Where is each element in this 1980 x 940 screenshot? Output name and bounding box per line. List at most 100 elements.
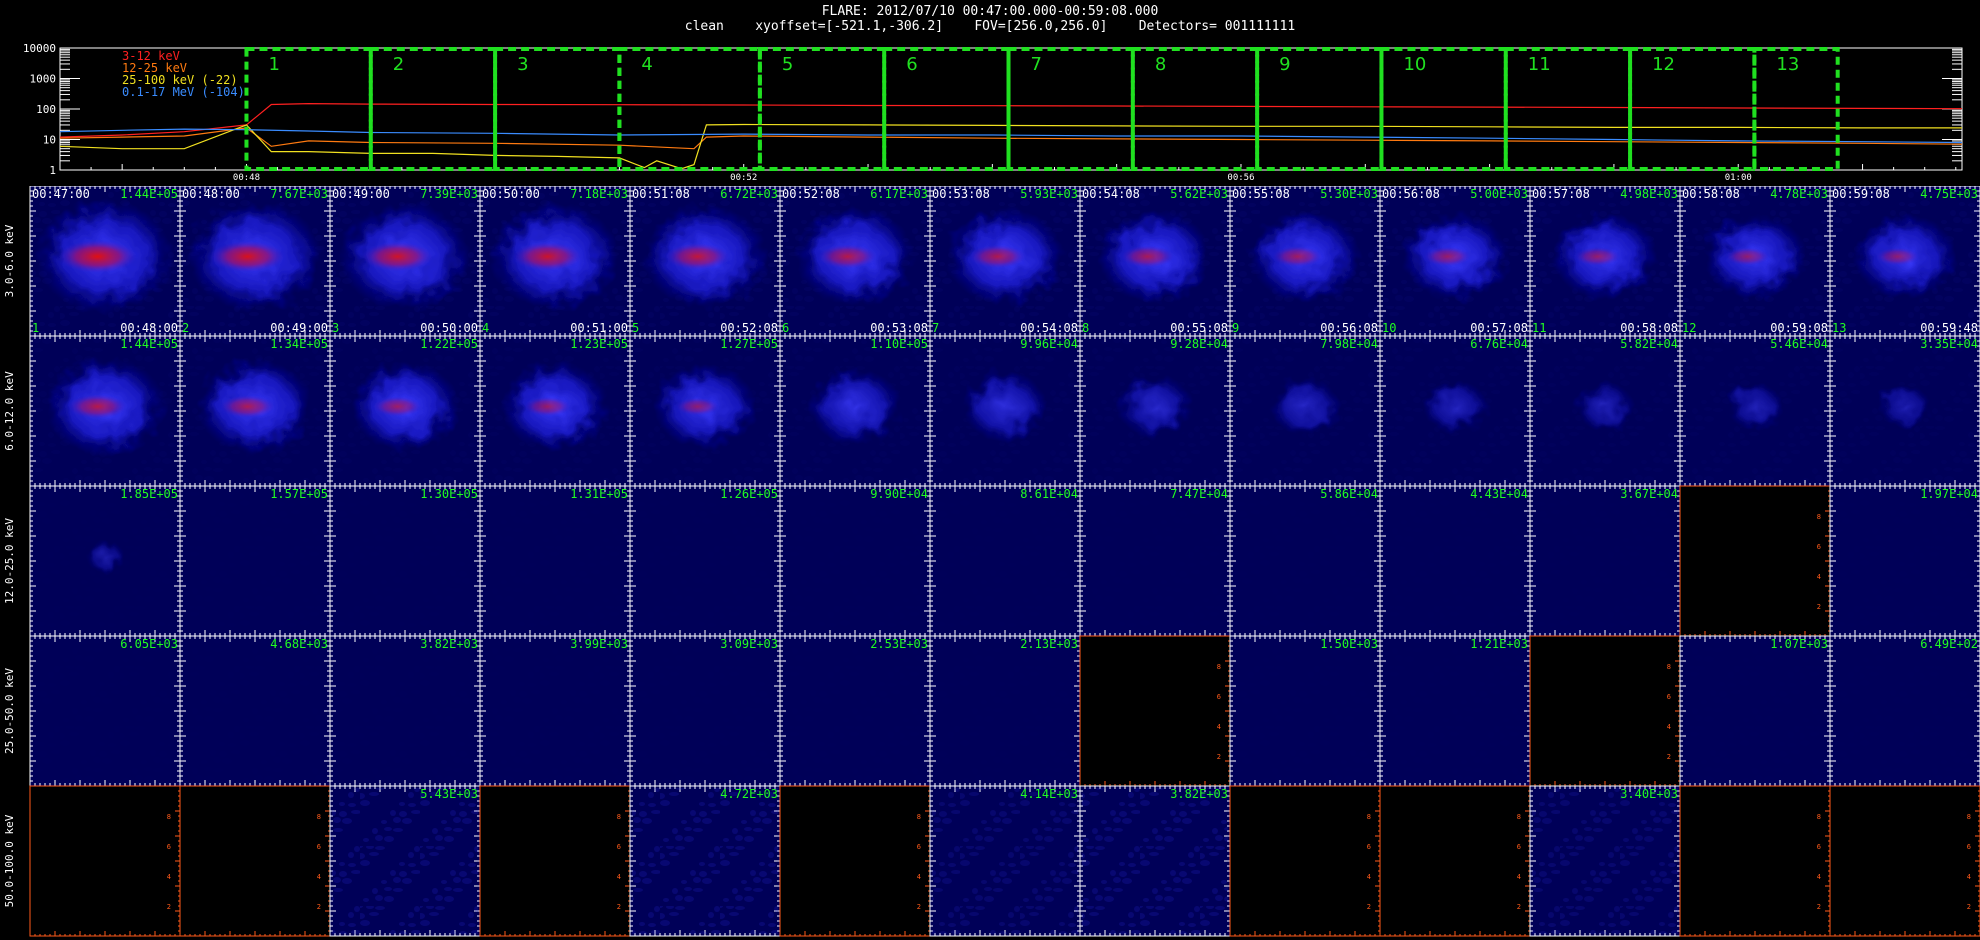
- image-max-value: 3.35E+04: [1920, 337, 1978, 351]
- series-line: [59, 123, 1962, 170]
- image-cell: 9.28E+04: [1079, 335, 1231, 487]
- image-max-value: 7.18E+03: [570, 187, 628, 201]
- image-max-value: 6.17E+03: [870, 187, 928, 201]
- image-start-time: 00:48:00: [182, 187, 240, 201]
- image-index: 4: [482, 321, 489, 335]
- source-emission: [1117, 375, 1193, 438]
- image-cell: 1.85E+05: [29, 485, 181, 637]
- series-line: [59, 127, 1963, 150]
- image-cell: 1.26E+05: [629, 485, 781, 637]
- flare-title: FLARE: 2012/07/10 00:47:00.000-00:59:08.…: [821, 4, 1159, 19]
- image-max-value: 7.47E+04: [1170, 487, 1228, 501]
- image-end-time: 00:57:08: [1470, 321, 1528, 335]
- image-max-value: 1.85E+05: [120, 487, 178, 501]
- image-max-value: 5.62E+03: [1170, 187, 1228, 201]
- image-index: 13: [1832, 321, 1846, 335]
- lightcurve-frame: [59, 47, 1963, 171]
- interval-box: [1503, 47, 1633, 171]
- image-start-time: 00:53:08: [932, 187, 990, 201]
- interval-box: [757, 47, 887, 171]
- interval-label: 1: [268, 54, 279, 75]
- energy-band-label: 6.0-12.0 keV: [3, 371, 16, 451]
- image-end-time: 00:55:08: [1170, 321, 1228, 335]
- image-cell: 3.35E+04: [1829, 335, 1980, 487]
- image-noise: [1382, 488, 1528, 634]
- interval-label: 9: [1279, 54, 1290, 75]
- y-tick-label: 10000: [23, 42, 56, 55]
- image-cell: 4.43E+04: [1379, 485, 1531, 637]
- image-index: 10: [1382, 321, 1396, 335]
- image-cell: 5.00E+03 00:56:08 00:57:08 10: [1379, 186, 1531, 337]
- image-cell: 5.86E+04: [1229, 485, 1381, 637]
- interval-box: [493, 47, 622, 171]
- image-start-time: 00:54:08: [1082, 187, 1140, 201]
- image-end-time: 00:49:00: [270, 321, 328, 335]
- image-cell: 8.61E+04: [929, 485, 1081, 637]
- image-end-time: 00:52:08: [720, 321, 778, 335]
- image-cell: 5.30E+03 00:55:08 00:56:08 9: [1229, 186, 1381, 337]
- source-core: [362, 241, 433, 272]
- image-cell: 6.17E+03 00:52:08 00:53:08 6: [779, 186, 931, 337]
- image-end-time: 00:56:08: [1320, 321, 1378, 335]
- interval-label: 6: [906, 54, 917, 75]
- x-tick-label: 01:00: [1725, 173, 1752, 183]
- image-max-value: 7.98E+04: [1320, 337, 1378, 351]
- image-max-value: 9.96E+04: [1020, 337, 1078, 351]
- image-start-time: 00:51:08: [632, 187, 690, 201]
- image-index: 7: [932, 321, 939, 335]
- image-cell: 9.90E+04: [779, 485, 931, 637]
- source-emission: [962, 371, 1048, 442]
- source-core: [68, 394, 127, 419]
- image-max-value: 1.34E+05: [270, 337, 328, 351]
- interval-label: 7: [1031, 54, 1042, 75]
- interval-box: [368, 47, 498, 171]
- interval-label: 8: [1155, 54, 1166, 75]
- image-cell: 6.76E+04: [1379, 335, 1531, 487]
- image-start-time: 00:59:08: [1832, 187, 1890, 201]
- image-max-value: 4.75E+03: [1920, 187, 1978, 201]
- image-start-time: 00:47:00: [32, 187, 90, 201]
- image-max-value: 1.26E+05: [720, 487, 778, 501]
- image-cell: 1.10E+05: [779, 335, 931, 487]
- series-line: [59, 128, 1963, 144]
- image-noise: [632, 488, 778, 634]
- image-index: 1: [32, 321, 39, 335]
- source-core: [969, 244, 1026, 269]
- image-cell: 5.93E+03 00:53:08 00:54:08 7: [929, 186, 1081, 337]
- interval-box: [1255, 47, 1384, 171]
- image-cell: 3.67E+04: [1529, 485, 1681, 637]
- interval-label: 13: [1776, 54, 1799, 75]
- image-start-time: 00:57:08: [1532, 187, 1590, 201]
- image-max-value: 8.61E+04: [1020, 487, 1078, 501]
- image-cell: 6.72E+03 00:51:08 00:52:08 5: [629, 186, 781, 337]
- image-index: 11: [1532, 321, 1546, 335]
- interval-label: 2: [393, 54, 404, 75]
- image-index: 2: [182, 321, 189, 335]
- image-max-value: 5.00E+03: [1470, 187, 1528, 201]
- source-emission: [1269, 377, 1341, 436]
- image-cell: 1.57E+05: [179, 485, 331, 637]
- image-cell: 1.34E+05: [179, 335, 331, 487]
- x-tick-label: 00:48: [233, 173, 260, 183]
- image-end-time: 00:50:00: [420, 321, 478, 335]
- image-index: 9: [1232, 321, 1239, 335]
- interval-label: 11: [1528, 54, 1551, 75]
- image-max-value: 6.72E+03: [720, 187, 778, 201]
- image-cell: 4.75E+03 00:59:08 00:59:48 13: [1829, 186, 1980, 337]
- interval-box: [882, 47, 1011, 171]
- image-cell: 1.27E+05: [629, 335, 781, 487]
- image-end-time: 00:54:08: [1020, 321, 1078, 335]
- interval-label: 4: [641, 54, 652, 75]
- image-max-value: 9.90E+04: [870, 487, 928, 501]
- interval-box: [1130, 47, 1260, 171]
- image-max-value: 9.28E+04: [1170, 337, 1228, 351]
- image-noise: [332, 488, 478, 634]
- image-cell: 4.98E+03 00:57:08 00:58:08 11: [1529, 186, 1681, 337]
- source-core: [665, 242, 730, 271]
- image-max-value: 5.46E+04: [1770, 337, 1828, 351]
- energy-band-label: 12.0-25.0 keV: [3, 518, 16, 604]
- image-index: 8: [1082, 321, 1089, 335]
- image-end-time: 00:51:00: [570, 321, 628, 335]
- interval-label: 3: [517, 54, 528, 75]
- source-emission: [1575, 382, 1635, 431]
